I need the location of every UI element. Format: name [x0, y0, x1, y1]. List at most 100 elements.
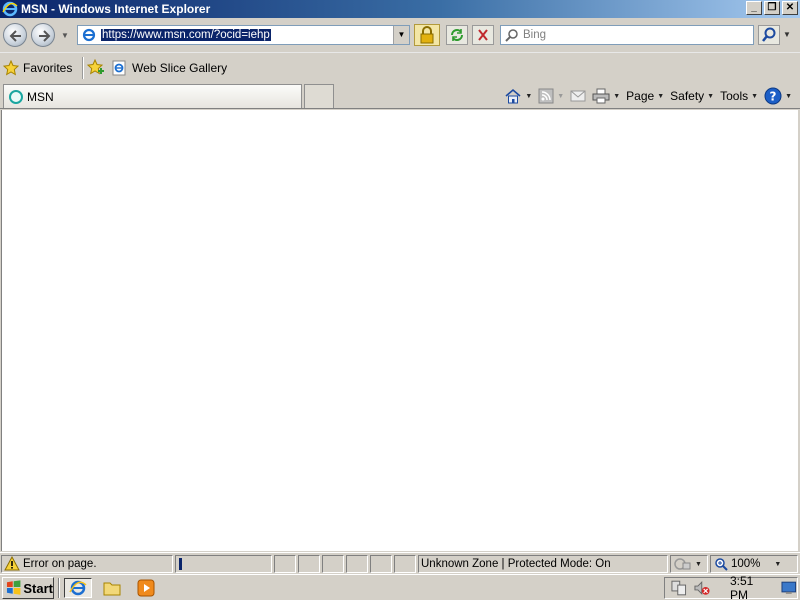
status-pane-6 — [394, 555, 416, 573]
progress-bar — [175, 555, 272, 573]
security-zone[interactable]: Unknown Zone | Protected Mode: On — [418, 555, 668, 573]
network-icon[interactable] — [670, 580, 688, 596]
help-chevron-icon[interactable]: ▼ — [785, 93, 792, 100]
show-desktop-icon[interactable] — [781, 581, 797, 595]
new-tab-button[interactable] — [304, 84, 334, 108]
status-pane-4 — [346, 555, 368, 573]
volume-muted-icon[interactable] — [693, 580, 711, 596]
back-button[interactable] — [3, 23, 27, 47]
refresh-button[interactable] — [446, 25, 468, 45]
favorites-button[interactable]: Favorites — [3, 58, 72, 78]
zoom-chevron-icon[interactable]: ▼ — [774, 561, 781, 568]
search-placeholder: Bing — [523, 29, 547, 41]
back-arrow-icon — [9, 30, 21, 42]
tab-label: MSN — [27, 89, 54, 104]
home-icon — [505, 88, 521, 104]
favorites-bar: Favorites Web Slice Gallery — [0, 52, 800, 82]
mail-icon — [570, 90, 586, 102]
progress-fill — [179, 558, 182, 570]
stop-button[interactable] — [472, 25, 494, 45]
msn-loading-icon — [9, 89, 23, 104]
favorites-divider — [82, 57, 84, 79]
address-url[interactable]: https://www.msn.com/?ocid=iehp — [101, 29, 271, 41]
close-button[interactable]: ✕ — [782, 1, 798, 15]
command-bar: ▼ ▼ ▼ Page ▼ Safety ▼ Tools ▼ ? ▼ — [498, 85, 792, 107]
zoom-level: 100% — [731, 558, 761, 570]
page-ie-icon — [82, 28, 96, 42]
address-dropdown-chevron-icon[interactable]: ▼ — [393, 26, 409, 44]
zoom-control[interactable]: 100% ▼ — [710, 555, 798, 573]
minimize-button[interactable]: _ — [746, 1, 762, 15]
recent-pages-chevron-icon[interactable]: ▼ — [61, 31, 69, 40]
print-button[interactable]: ▼ — [592, 88, 620, 104]
folder-icon — [103, 582, 121, 596]
feeds-chevron-icon[interactable]: ▼ — [557, 93, 564, 100]
lock-icon — [420, 26, 434, 44]
forward-button[interactable] — [31, 23, 55, 47]
tools-menu[interactable]: Tools ▼ — [720, 89, 758, 103]
popup-blocker-button[interactable]: ▼ — [670, 555, 708, 573]
add-to-favorites-bar-button[interactable] — [86, 58, 105, 80]
status-pane-5 — [370, 555, 392, 573]
taskbar-ie-button[interactable] — [64, 578, 92, 598]
forward-arrow-icon — [39, 30, 51, 42]
favorites-label: Favorites — [23, 61, 73, 75]
status-pane-1 — [274, 555, 296, 573]
rss-feed-icon — [538, 88, 554, 104]
status-bar: Error on page. Unknown Zone | Protected … — [0, 552, 800, 574]
status-message: Error on page. — [23, 558, 97, 570]
search-icon — [762, 27, 776, 42]
ie-window: MSN - Windows Internet Explorer _ ❐ ✕ ▼ … — [0, 0, 800, 600]
add-favorite-star-icon — [86, 58, 104, 75]
navigation-bar: ▼ https://www.msn.com/?ocid=iehp ▼ Bing … — [0, 18, 800, 52]
safety-menu[interactable]: Safety ▼ — [670, 89, 714, 103]
home-button[interactable]: ▼ — [504, 88, 532, 104]
search-options-chevron-icon[interactable]: ▼ — [780, 25, 794, 45]
restore-button[interactable]: ❐ — [764, 1, 780, 15]
ie-page-icon — [112, 60, 126, 76]
start-button[interactable]: Start — [2, 577, 54, 599]
title-bar: MSN - Windows Internet Explorer _ ❐ ✕ — [0, 0, 800, 18]
refresh-icon — [451, 29, 463, 41]
clock[interactable]: 3:51 PM — [730, 574, 773, 600]
page-menu-label: Page — [626, 89, 655, 103]
stop-icon — [478, 29, 488, 41]
tools-menu-label: Tools — [720, 89, 749, 103]
taskbar-explorer-button[interactable] — [98, 578, 126, 598]
status-message-cell[interactable]: Error on page. — [1, 555, 173, 573]
tab-bar: MSN ▼ ▼ ▼ Page ▼ Safety ▼ Tools ▼ ? ▼ — [0, 82, 800, 109]
home-chevron-icon[interactable]: ▼ — [525, 93, 532, 100]
taskbar-media-player-button[interactable] — [132, 578, 160, 598]
page-menu[interactable]: Page ▼ — [626, 89, 664, 103]
print-chevron-icon[interactable]: ▼ — [613, 93, 620, 100]
security-zone-label: Unknown Zone | Protected Mode: On — [421, 558, 611, 570]
quick-launch-divider — [58, 578, 60, 598]
taskbar: Start 3:51 PM — [0, 574, 800, 600]
zoom-magnifier-icon — [715, 558, 728, 571]
popup-chevron-icon[interactable]: ▼ — [695, 561, 702, 568]
search-magnifier-icon — [505, 29, 518, 42]
window-controls: _ ❐ ✕ — [746, 1, 798, 15]
search-input[interactable]: Bing — [500, 25, 754, 45]
ie-logo-icon — [2, 1, 18, 17]
windows-logo-icon — [6, 580, 21, 595]
security-report-button[interactable] — [414, 24, 440, 46]
page-chevron-icon: ▼ — [657, 92, 665, 100]
address-field[interactable]: https://www.msn.com/?ocid=iehp ▼ — [77, 25, 410, 45]
protected-mode-icon — [674, 558, 691, 570]
safety-chevron-icon: ▼ — [707, 92, 715, 100]
search-button[interactable] — [758, 25, 780, 45]
status-pane-2 — [298, 555, 320, 573]
warning-icon — [4, 556, 20, 571]
page-content[interactable] — [1, 110, 798, 551]
safety-menu-label: Safety — [670, 89, 705, 103]
help-button[interactable]: ? ▼ — [764, 87, 792, 105]
web-slice-gallery-link[interactable]: Web Slice Gallery — [111, 59, 227, 77]
internet-explorer-icon — [69, 580, 87, 596]
window-title: MSN - Windows Internet Explorer — [21, 2, 211, 16]
printer-icon — [592, 88, 610, 104]
svg-text:?: ? — [770, 90, 777, 104]
feeds-button[interactable]: ▼ — [538, 88, 564, 104]
tab-msn[interactable]: MSN — [3, 84, 302, 108]
read-mail-button[interactable] — [570, 89, 586, 103]
